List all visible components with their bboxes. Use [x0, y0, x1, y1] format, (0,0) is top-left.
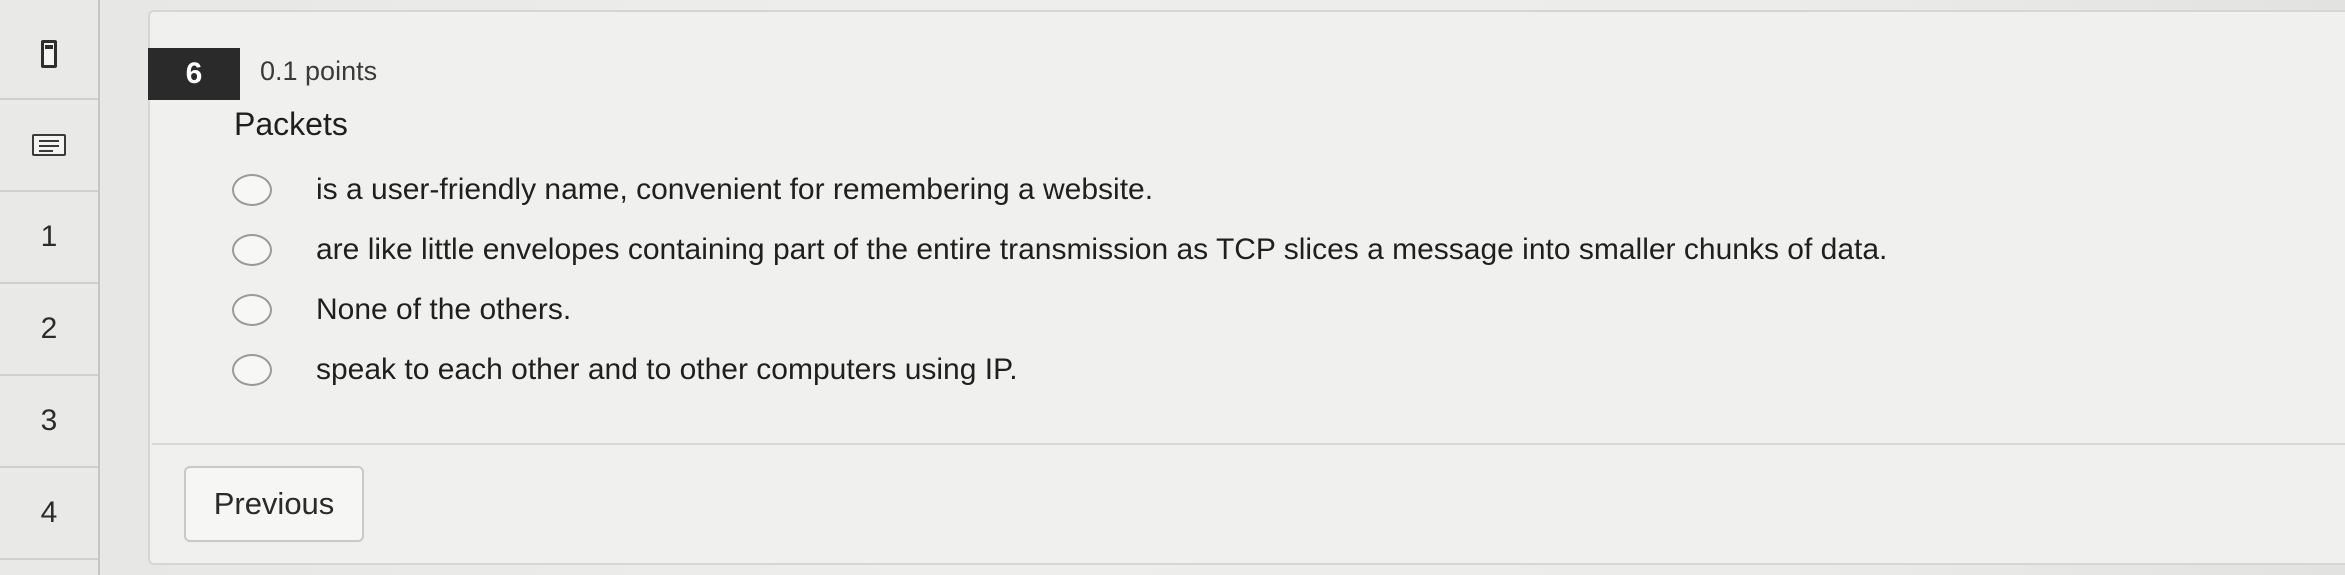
nav-question-4[interactable]: 4 — [0, 468, 98, 560]
answer-option[interactable]: is a user-friendly name, convenient for … — [232, 160, 2212, 220]
answer-text[interactable]: is a user-friendly name, convenient for … — [316, 173, 1153, 207]
list-cell[interactable] — [0, 100, 98, 192]
question-number-badge: 6 — [148, 48, 240, 100]
question-navigator: 1 2 3 4 — [0, 0, 100, 575]
answer-radio[interactable] — [232, 294, 272, 326]
answer-list: is a user-friendly name, convenient for … — [232, 160, 2212, 400]
answer-radio[interactable] — [232, 354, 272, 386]
answer-radio[interactable] — [232, 174, 272, 206]
previous-button[interactable]: Previous — [184, 466, 364, 542]
bookmark-icon[interactable] — [41, 40, 57, 68]
question-prompt: Packets — [234, 106, 348, 142]
answer-option[interactable]: are like little envelopes containing par… — [232, 220, 2212, 280]
bookmark-cell[interactable] — [0, 10, 98, 100]
answer-text[interactable]: speak to each other and to other compute… — [316, 353, 1018, 387]
list-icon[interactable] — [32, 134, 66, 156]
question-divider — [152, 443, 2345, 445]
answer-text[interactable]: are like little envelopes containing par… — [316, 233, 1887, 267]
answer-radio[interactable] — [232, 234, 272, 266]
nav-question-1[interactable]: 1 — [0, 192, 98, 284]
answer-option[interactable]: None of the others. — [232, 280, 2212, 340]
question-points: 0.1 points — [260, 56, 378, 86]
quiz-page: 1 2 3 4 6 0.1 points Packets is a user-f… — [0, 0, 2345, 575]
nav-question-2[interactable]: 2 — [0, 284, 98, 376]
answer-text[interactable]: None of the others. — [316, 293, 571, 327]
answer-option[interactable]: speak to each other and to other compute… — [232, 340, 2212, 400]
nav-question-3[interactable]: 3 — [0, 376, 98, 468]
